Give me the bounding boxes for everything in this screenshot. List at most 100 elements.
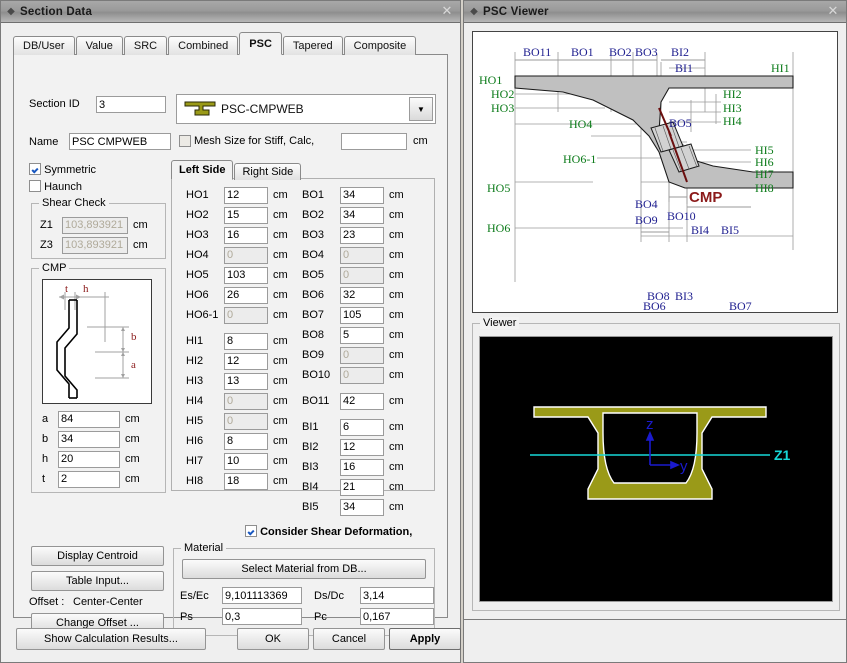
dimension-input-bo1[interactable] <box>340 186 384 204</box>
dimension-unit: cm <box>389 309 404 321</box>
cmp-b-unit: cm <box>125 433 140 445</box>
pc-input[interactable] <box>360 608 434 625</box>
dimension-column-b: BO1 cm BO2 cm BO3 cm BO4 cm BO5 cm BO6 cm BO7 cm BO8 cm… <box>302 185 404 517</box>
dimension-row: HO2 cm <box>186 205 288 225</box>
dimension-input-hi1[interactable] <box>224 332 268 350</box>
label-ho3: HO3 <box>491 101 514 115</box>
cmp-b-label: b <box>42 433 49 445</box>
name-input[interactable] <box>69 133 171 150</box>
shear-deformation-row[interactable]: Consider Shear Deformation, <box>245 525 412 538</box>
label-bo2: BO2 <box>609 45 632 59</box>
viewer-group: Viewer z y Z1 <box>472 317 840 611</box>
chevron-down-icon[interactable]: ▼ <box>409 97 433 121</box>
tab-tapered[interactable]: Tapered <box>282 36 343 55</box>
ds-dc-label: Ds/Dc <box>314 589 344 602</box>
dimension-input-bi3[interactable] <box>340 458 384 476</box>
dimension-input-ho2[interactable] <box>224 206 268 224</box>
tab-dbuser[interactable]: DB/User <box>13 36 75 55</box>
dimension-input-bo8[interactable] <box>340 326 384 344</box>
dimension-label-bo6: BO6 <box>302 289 325 301</box>
dimension-input-bo3[interactable] <box>340 226 384 244</box>
dimension-unit: cm <box>389 481 404 493</box>
dimension-input-hi4 <box>224 392 268 410</box>
tab-right-side[interactable]: Right Side <box>234 163 302 180</box>
dimension-input-bo11[interactable] <box>340 392 384 410</box>
section-data-title: Section Data <box>20 5 93 18</box>
move-grip-icon[interactable]: ◆ <box>5 6 17 17</box>
cmp-h-input[interactable] <box>58 450 120 468</box>
close-icon[interactable]: ✕ <box>826 4 840 18</box>
dimension-input-bi5[interactable] <box>340 498 384 516</box>
dimension-row: HO5 cm <box>186 265 288 285</box>
tab-psc[interactable]: PSC <box>239 32 282 55</box>
dimension-unit: cm <box>273 475 288 487</box>
symmetric-checkbox[interactable] <box>29 163 41 175</box>
ps-label: Ps <box>180 610 193 623</box>
cmp-a-label: a <box>42 413 49 425</box>
dimension-input-bi2[interactable] <box>340 438 384 456</box>
dimension-row: BO7 cm <box>302 305 404 325</box>
mesh-size-checkbox[interactable] <box>179 135 191 147</box>
section-data-titlebar[interactable]: ◆ Section Data ✕ <box>1 1 460 23</box>
dimension-input-bo9 <box>340 346 384 364</box>
section-shape-combo[interactable]: PSC-CMPWEB ▼ <box>176 94 436 124</box>
cmp-a-input[interactable] <box>58 410 120 428</box>
dimension-label-bi3: BI3 <box>302 461 319 473</box>
dimension-input-ho1[interactable] <box>224 186 268 204</box>
shear-deformation-checkbox[interactable] <box>245 525 257 537</box>
dimension-input-bi1[interactable] <box>340 418 384 436</box>
ds-dc-input[interactable] <box>360 587 434 604</box>
viewer-axis-z: z <box>646 416 654 433</box>
tab-composite[interactable]: Composite <box>343 36 417 55</box>
dimension-row: BO6 cm <box>302 285 404 305</box>
dimension-input-bo7[interactable] <box>340 306 384 324</box>
apply-button[interactable]: Apply <box>389 628 461 650</box>
dimension-row: BO5 cm <box>302 265 404 285</box>
close-icon[interactable]: ✕ <box>440 4 454 18</box>
tab-combined[interactable]: Combined <box>168 36 239 55</box>
cmp-b-input[interactable] <box>58 430 120 448</box>
shear-check-row-z3: Z3 cm <box>40 235 148 255</box>
dimension-input-hi8[interactable] <box>224 472 268 490</box>
dimension-input-ho5[interactable] <box>224 266 268 284</box>
haunch-row[interactable]: Haunch <box>29 180 82 193</box>
dimension-input-hi2[interactable] <box>224 352 268 370</box>
dimension-input-hi6[interactable] <box>224 432 268 450</box>
dimension-input-ho3[interactable] <box>224 226 268 244</box>
display-centroid-button[interactable]: Display Centroid <box>31 546 164 566</box>
dimension-row: HI8 cm <box>186 471 288 491</box>
tab-src[interactable]: SRC <box>123 36 168 55</box>
offset-value: Center-Center <box>73 596 143 608</box>
dimension-input-ho4 <box>224 246 268 264</box>
mesh-size-input[interactable] <box>341 133 407 150</box>
dimension-label-bo1: BO1 <box>302 189 325 201</box>
viewer-canvas[interactable]: z y Z1 <box>479 336 833 602</box>
dimension-input-bo6[interactable] <box>340 286 384 304</box>
table-input-button[interactable]: Table Input... <box>31 571 164 591</box>
select-material-button[interactable]: Select Material from DB... <box>182 559 426 579</box>
dimension-column-h: HO1cmHO2cmHO3cmHO4cmHO5cmHO6cmHO6-1cmHI1… <box>186 185 288 491</box>
cancel-button[interactable]: Cancel <box>313 628 385 650</box>
dimension-input-bi4[interactable] <box>340 478 384 496</box>
symmetric-row[interactable]: Symmetric <box>29 163 96 176</box>
tab-left-side[interactable]: Left Side <box>171 160 234 180</box>
dimension-input-bo10 <box>340 366 384 384</box>
haunch-checkbox[interactable] <box>29 180 41 192</box>
move-grip-icon[interactable]: ◆ <box>468 6 480 17</box>
section-id-input[interactable] <box>96 96 166 113</box>
dimension-input-ho6[interactable] <box>224 286 268 304</box>
cmp-h-label: h <box>42 453 49 465</box>
dimension-label-hi5: HI5 <box>186 415 204 427</box>
dimension-input-bo2[interactable] <box>340 206 384 224</box>
show-calculation-results-button[interactable]: Show Calculation Results... <box>16 628 206 650</box>
label-bi2: BI2 <box>671 45 689 59</box>
cmp-t-input[interactable] <box>58 470 120 488</box>
dimension-input-hi7[interactable] <box>224 452 268 470</box>
ok-button[interactable]: OK <box>237 628 309 650</box>
es-ec-input[interactable] <box>222 587 302 604</box>
ps-input[interactable] <box>222 608 302 625</box>
psc-viewer-titlebar[interactable]: ◆ PSC Viewer ✕ <box>464 1 846 23</box>
dimension-unit: cm <box>273 209 288 221</box>
dimension-input-hi3[interactable] <box>224 372 268 390</box>
tab-value[interactable]: Value <box>75 36 123 55</box>
